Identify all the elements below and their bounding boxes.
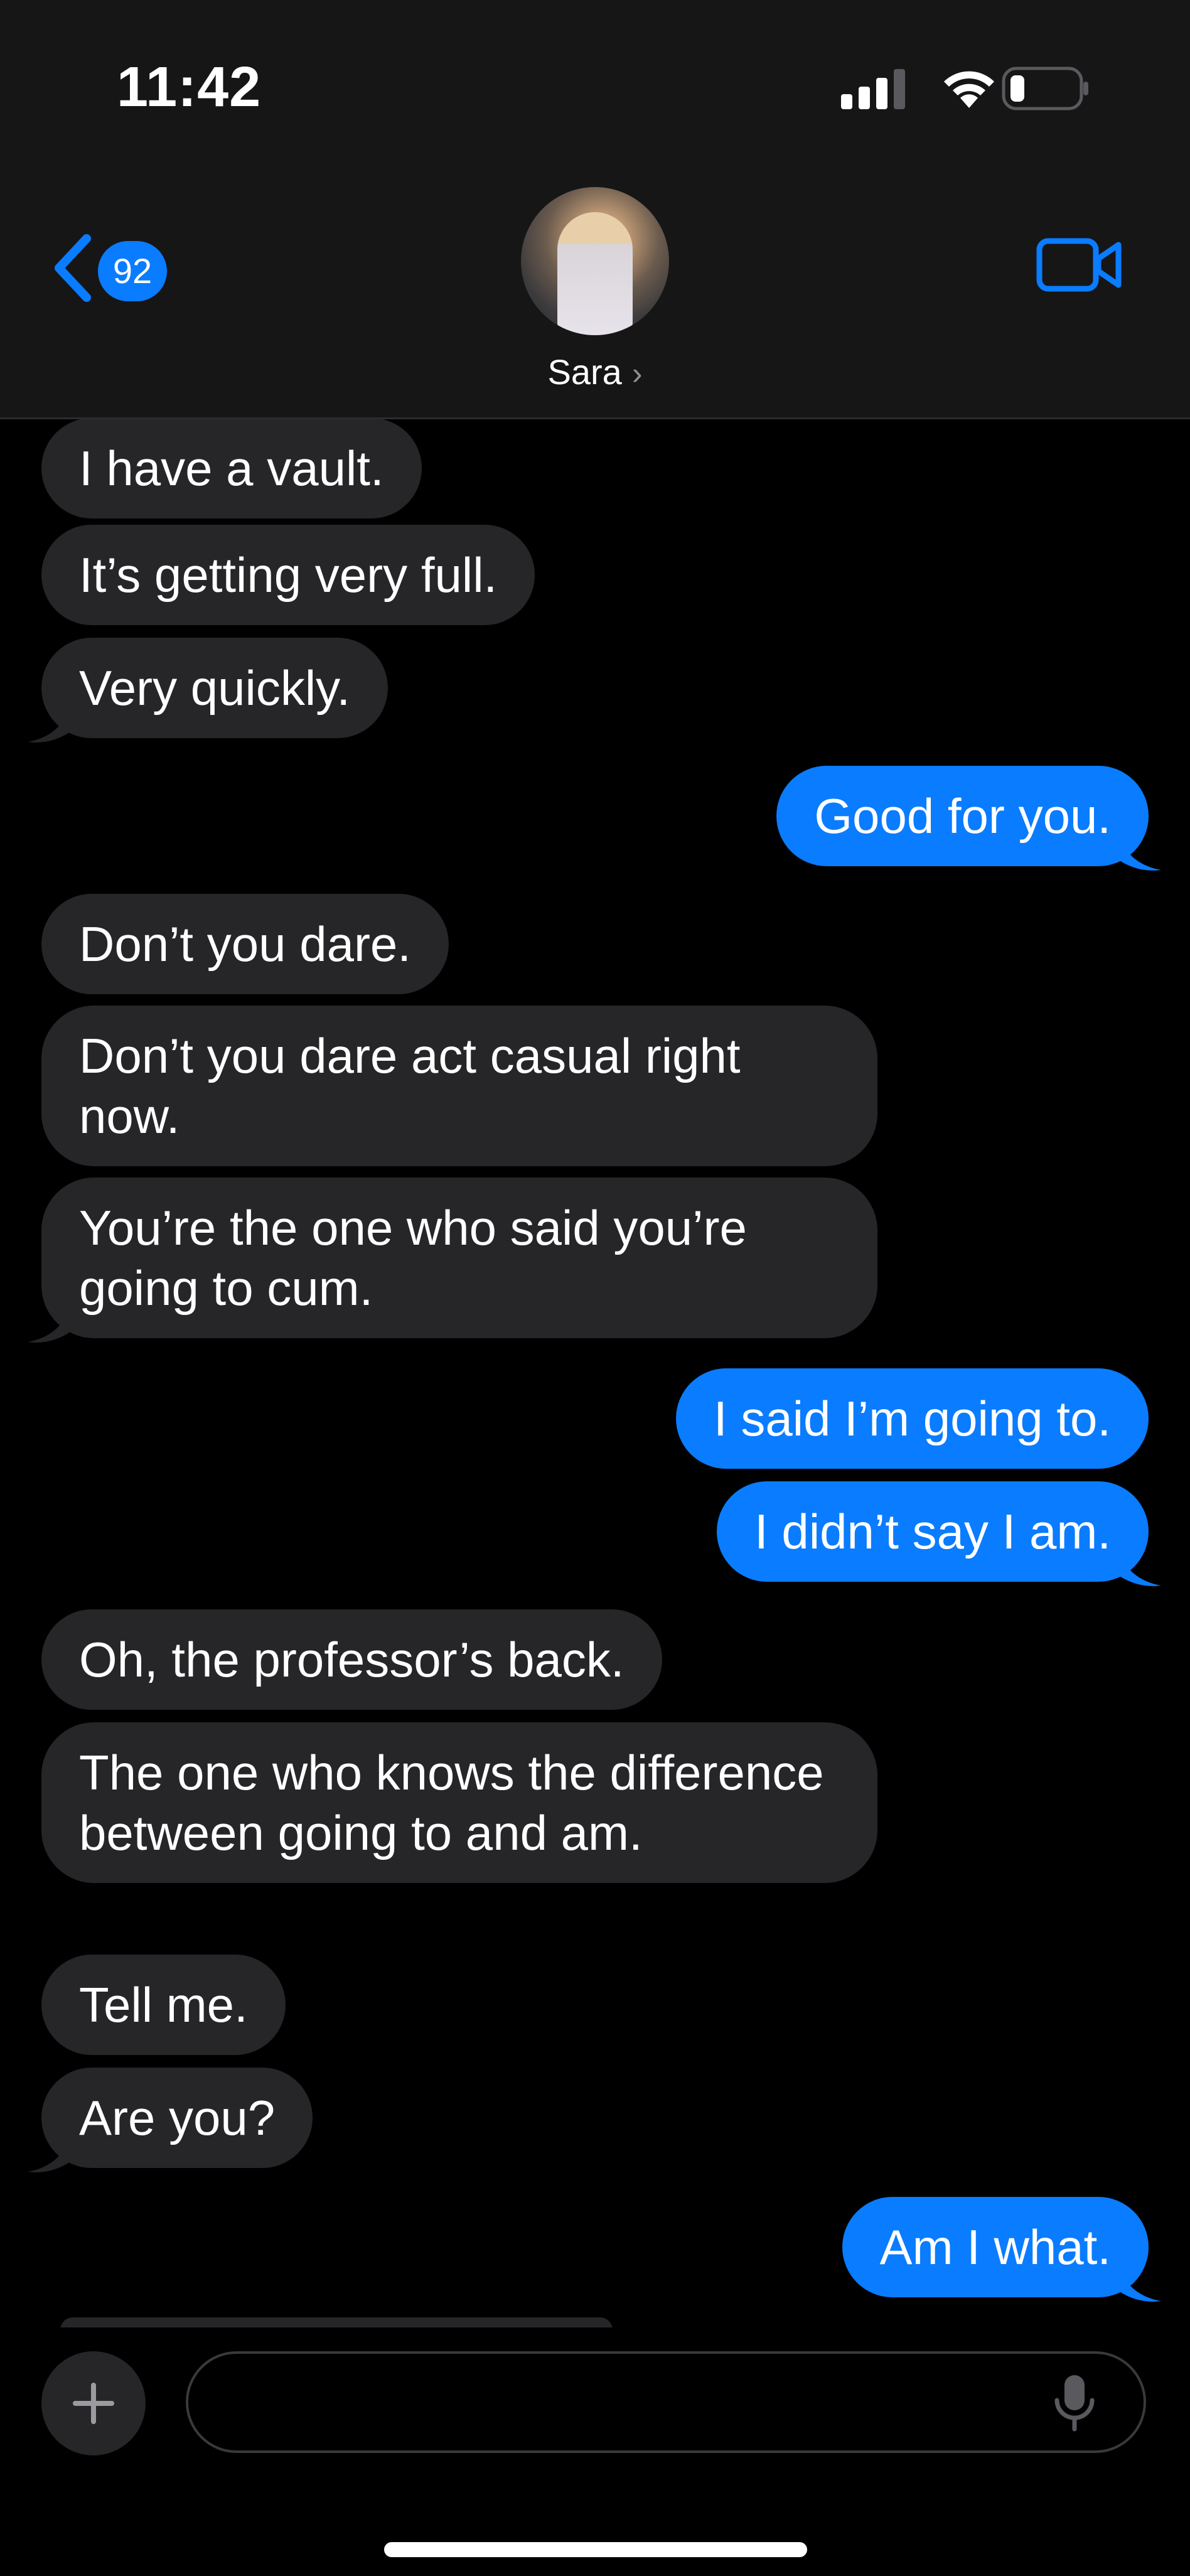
bubble-tail: [1113, 1544, 1161, 1586]
contact-name: Sara: [547, 352, 622, 392]
battery-icon: [1002, 67, 1088, 110]
conversation-header: 11:42 92 Sara ›: [0, 0, 1190, 419]
bubble-tail: [28, 2130, 75, 2172]
unread-count-badge: 92: [98, 241, 167, 301]
message-bubble-incoming[interactable]: It’s getting very full.: [41, 525, 535, 625]
message-text: Are you?: [79, 2090, 276, 2145]
chevron-right-icon: ›: [631, 356, 643, 391]
message-text: It’s getting very full.: [79, 547, 498, 603]
message-text: The one who knows the difference between…: [79, 1745, 824, 1860]
back-chevron-icon: [55, 234, 91, 302]
message-bubble-incoming[interactable]: You’re the one who said you’re going to …: [41, 1178, 877, 1338]
bubble-tail: [1113, 2260, 1161, 2302]
message-bubble-incoming[interactable]: I have a vault.: [41, 419, 422, 518]
status-time: 11:42: [117, 56, 262, 119]
message-bubble-outgoing[interactable]: I didn’t say I am.: [717, 1481, 1149, 1582]
message-text: Oh, the professor’s back.: [79, 1632, 624, 1687]
signal-icon: [841, 69, 905, 109]
message-text: Tell me.: [79, 1977, 248, 2032]
message-text: I have a vault.: [79, 441, 384, 496]
message-text: Good for you.: [814, 788, 1111, 844]
bubble-tail: [1113, 829, 1161, 871]
bubble-tail: [28, 1301, 75, 1343]
message-bubble-outgoing[interactable]: Am I what.: [842, 2197, 1149, 2297]
message-bubble-incoming[interactable]: Don’t you dare act casual right now.: [41, 1006, 877, 1166]
contact-avatar[interactable]: [521, 187, 669, 335]
composer-bar: [0, 2327, 1190, 2576]
message-bubble-incoming[interactable]: Are you?: [41, 2068, 313, 2168]
plus-icon-vertical: [91, 2383, 96, 2424]
bubble-tail: [28, 700, 75, 743]
message-text: You’re the one who said you’re going to …: [79, 1200, 747, 1316]
message-bubble-outgoing[interactable]: I said I’m going to.: [676, 1368, 1149, 1469]
home-indicator[interactable]: [384, 2542, 807, 2557]
back-button[interactable]: 92: [50, 226, 176, 308]
message-bubble-incoming[interactable]: The one who knows the difference between…: [41, 1722, 877, 1883]
wifi-icon: [944, 71, 994, 108]
video-call-icon[interactable]: [1036, 233, 1123, 296]
message-text: Don’t you dare act casual right now.: [79, 1028, 741, 1144]
message-thread[interactable]: I have a vault. It’s getting very full. …: [0, 419, 1190, 2327]
message-input[interactable]: [186, 2351, 1146, 2453]
contact-name-button[interactable]: Sara ›: [0, 352, 1190, 392]
message-bubble-partial: [60, 2317, 613, 2327]
message-bubble-outgoing[interactable]: Good for you.: [776, 766, 1149, 866]
plus-icon[interactable]: [41, 2351, 146, 2455]
message-bubble-incoming[interactable]: Tell me.: [41, 1955, 286, 2055]
message-text: I said I’m going to.: [714, 1391, 1111, 1446]
message-text: Am I what.: [879, 2219, 1111, 2275]
message-bubble-incoming[interactable]: Oh, the professor’s back.: [41, 1609, 662, 1710]
message-text: Very quickly.: [79, 660, 351, 716]
message-text: I didn’t say I am.: [754, 1504, 1111, 1559]
message-text: Don’t you dare.: [79, 916, 411, 972]
message-bubble-incoming[interactable]: Very quickly.: [41, 638, 389, 738]
avatar-photo: [557, 212, 633, 335]
microphone-icon[interactable]: [1052, 2373, 1097, 2433]
message-bubble-incoming[interactable]: Don’t you dare.: [41, 894, 449, 994]
